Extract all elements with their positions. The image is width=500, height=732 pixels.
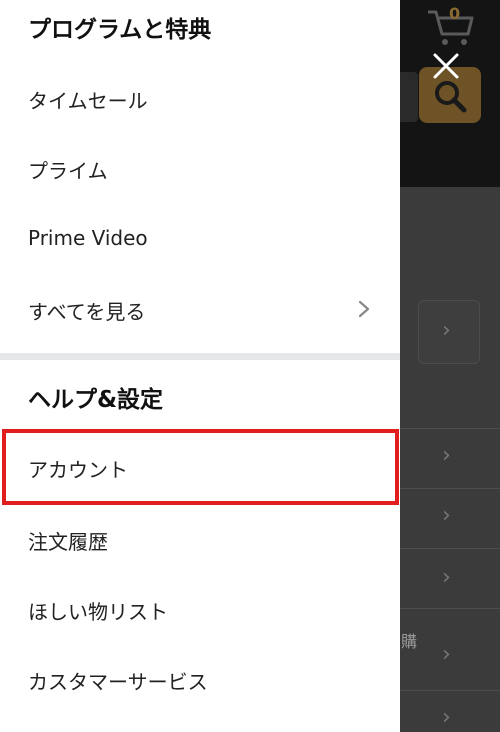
menu-item-label: プライム	[28, 159, 108, 183]
background-divider	[400, 548, 500, 549]
background-chevron-icon: ›	[442, 503, 451, 528]
section-title-programs: プログラムと特典	[28, 17, 212, 43]
highlight-box	[2, 429, 399, 505]
close-icon[interactable]	[425, 47, 467, 89]
background-divider	[400, 428, 500, 429]
menu-item-see-all[interactable]: すべてを見る	[0, 280, 400, 340]
menu-item-label: すべてを見る	[28, 300, 146, 324]
background-chevron-icon: ›	[442, 443, 451, 468]
background-chevron-icon: ›	[442, 705, 451, 730]
cart-count: 0	[449, 4, 461, 23]
menu-item-wishlist[interactable]: ほしい物リスト	[0, 580, 400, 640]
menu-item-prime[interactable]: プライム	[0, 139, 400, 199]
background-chevron-icon: ›	[442, 642, 451, 667]
menu-item-prime-video[interactable]: Prime Video	[0, 210, 400, 270]
menu-item-time-sale[interactable]: タイムセール	[0, 69, 400, 129]
navigation-drawer: プログラムと特典 タイムセール プライム Prime Video すべてを見る …	[0, 0, 400, 732]
section-divider	[0, 353, 400, 360]
menu-item-label: Prime Video	[28, 226, 148, 250]
background-divider	[400, 608, 500, 609]
menu-item-label: タイムセール	[28, 89, 148, 113]
chevron-right-icon	[358, 300, 370, 318]
menu-item-order-history[interactable]: 注文履歴	[0, 510, 400, 570]
background-divider	[400, 690, 500, 691]
menu-item-label: 注文履歴	[28, 530, 108, 554]
menu-item-customer-service[interactable]: カスタマーサービス	[0, 650, 400, 710]
menu-item-label: ほしい物リスト	[28, 600, 168, 624]
menu-item-label: カスタマーサービス	[28, 670, 208, 694]
background-chevron-icon: ›	[442, 318, 451, 343]
background-divider	[400, 488, 500, 489]
section-title-help-settings: ヘルプ&設定	[28, 387, 164, 413]
background-chevron-icon: ›	[442, 565, 451, 590]
background-partial-text: 購	[401, 632, 418, 651]
